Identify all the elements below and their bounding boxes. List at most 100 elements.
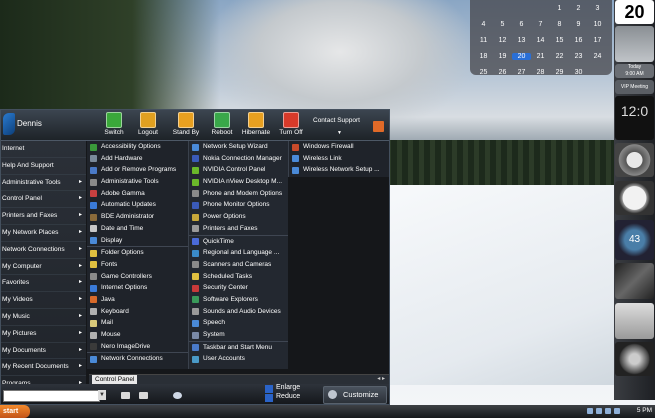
- control-panel-item[interactable]: Folder Options: [87, 246, 188, 259]
- calendar-day[interactable]: 25: [474, 69, 493, 76]
- calendar-day[interactable]: 24: [588, 53, 607, 60]
- recycle-bin-icon[interactable]: [615, 303, 654, 339]
- hibernate-button[interactable]: Hibernate: [241, 112, 271, 136]
- calendar-day[interactable]: 8: [550, 21, 569, 28]
- control-panel-item[interactable]: Speech: [189, 317, 288, 329]
- left-menu-item[interactable]: My Computer ▸: [1, 259, 86, 276]
- folder-icon[interactable]: [121, 392, 130, 399]
- control-panel-item[interactable]: Windows Firewall: [289, 141, 389, 153]
- control-panel-item[interactable]: QuickTime: [189, 234, 288, 248]
- reduce-label[interactable]: Reduce: [276, 393, 300, 400]
- calendar-day[interactable]: 16: [569, 37, 588, 44]
- calendar-day[interactable]: 12: [493, 37, 512, 44]
- left-menu-item[interactable]: Network Connections ▸: [1, 242, 86, 259]
- calendar-day[interactable]: 11: [474, 37, 493, 44]
- control-panel-item[interactable]: Fonts: [87, 259, 188, 271]
- control-panel-item[interactable]: Nero ImageDrive: [87, 341, 188, 353]
- calendar-day[interactable]: 2: [569, 5, 588, 12]
- calendar-day[interactable]: 5: [493, 21, 512, 28]
- control-panel-item[interactable]: Mail: [87, 317, 188, 329]
- calendar-today[interactable]: 20: [512, 52, 531, 60]
- run-dropdown-icon[interactable]: ▼: [98, 390, 106, 400]
- control-panel-item[interactable]: Regional and Language ...: [189, 247, 288, 259]
- calendar-day[interactable]: 28: [531, 69, 550, 76]
- control-panel-item[interactable]: User Accounts: [189, 353, 288, 365]
- left-menu-item[interactable]: Help And Support: [1, 158, 86, 175]
- control-panel-item[interactable]: Phone and Modem Options: [189, 188, 288, 200]
- left-menu-item[interactable]: My Documents ▸: [1, 343, 86, 360]
- calendar-day[interactable]: 21: [531, 53, 550, 60]
- calendar-day[interactable]: 30: [569, 69, 588, 76]
- control-panel-item[interactable]: Software Explorers: [189, 294, 288, 306]
- control-panel-item[interactable]: Date and Time: [87, 223, 188, 235]
- switch-button[interactable]: Switch: [99, 112, 129, 136]
- left-menu-item[interactable]: My Recent Documents ▸: [1, 359, 86, 377]
- expand-arrow-icon[interactable]: [373, 121, 384, 132]
- control-panel-item[interactable]: Wireless Network Setup ...: [289, 164, 389, 176]
- slideshow-gadget[interactable]: [615, 263, 654, 299]
- control-panel-item[interactable]: Printers and Faxes: [189, 223, 288, 235]
- left-menu-item[interactable]: My Network Places ▸: [1, 225, 86, 242]
- control-panel-item[interactable]: Security Center: [189, 282, 288, 294]
- calendar-gadget[interactable]: 1 2 3 4 5 6 7 8 9 10 11 12 13 14 15 16 17 18 19 20 21 22 23 24 2…: [470, 0, 612, 76]
- enlarge-label[interactable]: Enlarge: [276, 384, 300, 391]
- tray-network-icon[interactable]: [587, 408, 593, 414]
- calendar-day[interactable]: 3: [588, 5, 607, 12]
- calendar-day[interactable]: 9: [569, 21, 588, 28]
- left-menu-item[interactable]: Administrative Tools ▸: [1, 175, 86, 192]
- calendar-day[interactable]: 18: [474, 53, 493, 60]
- disc-icon[interactable]: [615, 342, 654, 376]
- reboot-button[interactable]: Reboot: [207, 112, 237, 136]
- control-panel-item[interactable]: Administrative Tools: [87, 176, 188, 188]
- tray-security-icon[interactable]: [605, 408, 611, 414]
- cd-icon[interactable]: [615, 143, 654, 177]
- calendar-day[interactable]: 14: [531, 37, 550, 44]
- control-panel-item[interactable]: Sounds and Audio Devices: [189, 306, 288, 318]
- control-panel-item[interactable]: Automatic Updates: [87, 199, 188, 211]
- window-icon[interactable]: [139, 392, 148, 399]
- calendar-day[interactable]: 26: [493, 69, 512, 76]
- control-panel-tab[interactable]: Control Panel: [92, 375, 138, 384]
- calendar-day[interactable]: 10: [588, 21, 607, 28]
- control-panel-item[interactable]: Add or Remove Programs: [87, 164, 188, 176]
- left-menu-item[interactable]: My Pictures ▸: [1, 326, 86, 343]
- search-icon[interactable]: [173, 392, 182, 399]
- today-gadget[interactable]: Today 9:00 AM: [615, 64, 654, 78]
- calendar-day[interactable]: 29: [550, 69, 569, 76]
- control-panel-item[interactable]: Phone Monitor Options: [189, 199, 288, 211]
- user-avatar-icon[interactable]: [3, 113, 15, 135]
- calendar-day[interactable]: 27: [512, 69, 531, 76]
- control-panel-item[interactable]: Nokia Connection Manager: [189, 153, 288, 165]
- gauge-gadget[interactable]: 43: [615, 220, 654, 260]
- control-panel-item[interactable]: NVIDIA nView Desktop M...: [189, 176, 288, 188]
- left-menu-item[interactable]: Printers and Faxes ▸: [1, 208, 86, 225]
- control-panel-item[interactable]: Power Options: [189, 211, 288, 223]
- customize-button[interactable]: Customize: [323, 386, 387, 404]
- control-panel-item[interactable]: Keyboard: [87, 306, 188, 318]
- logout-button[interactable]: Logout: [133, 112, 163, 136]
- calendar-day[interactable]: 7: [531, 21, 550, 28]
- enlarge-icon[interactable]: [265, 385, 273, 393]
- control-panel-item[interactable]: Mouse: [87, 329, 188, 341]
- calendar-day[interactable]: 15: [550, 37, 569, 44]
- vip-meeting[interactable]: VIP Meeting: [615, 80, 654, 94]
- run-input[interactable]: [3, 390, 100, 402]
- calendar-day[interactable]: 22: [550, 53, 569, 60]
- start-button[interactable]: start: [0, 405, 30, 418]
- play-icon[interactable]: [615, 181, 654, 215]
- control-panel-item[interactable]: Taskbar and Start Menu: [189, 340, 288, 354]
- control-panel-item[interactable]: Wireless Link: [289, 153, 389, 165]
- control-panel-item[interactable]: Scanners and Cameras: [189, 259, 288, 271]
- control-panel-item[interactable]: Accessibility Options: [87, 141, 188, 153]
- calendar-day[interactable]: 23: [569, 53, 588, 60]
- stand-by-button[interactable]: Stand By: [171, 112, 201, 136]
- turn-off-button[interactable]: Turn Off: [276, 112, 306, 136]
- control-panel-item[interactable]: Java: [87, 294, 188, 306]
- photo-gadget[interactable]: [615, 26, 654, 62]
- calendar-day[interactable]: 19: [493, 53, 512, 60]
- clock-gadget[interactable]: 12:0: [615, 96, 654, 140]
- left-menu-item[interactable]: Favorites ▸: [1, 275, 86, 293]
- calendar-day[interactable]: 1: [550, 5, 569, 12]
- reduce-icon[interactable]: [265, 394, 273, 402]
- control-panel-item[interactable]: Game Controllers: [87, 271, 188, 283]
